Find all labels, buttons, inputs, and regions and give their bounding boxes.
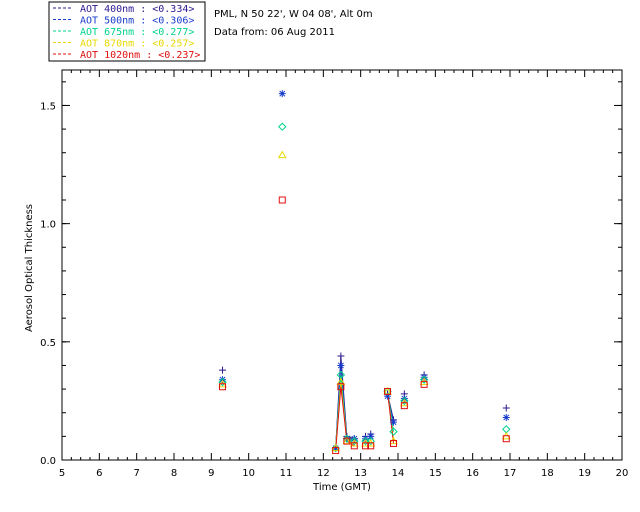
data-point [350,435,358,443]
data-point [337,361,345,369]
data-point [277,150,287,159]
legend: AOT 400nm : <0.334>AOT 500nm : <0.306>AO… [48,1,206,62]
y-axis-label: Aerosol Optical Thickness [24,204,35,332]
x-tick-label: 16 [466,468,479,479]
info-line-location: PML, N 50 22', W 04 08', Alt 0m [214,9,373,20]
y-tick-label: 0.0 [40,456,56,467]
data-point [400,395,408,403]
x-tick-label: 8 [171,468,177,479]
x-tick-label: 13 [354,468,367,479]
y-tick-label: 1.5 [40,101,56,112]
x-tick-label: 18 [541,468,554,479]
x-tick-label: 20 [616,468,629,479]
data-point [219,366,227,374]
x-tick-label: 12 [317,468,330,479]
data-point [420,373,428,381]
data-point [367,432,375,440]
x-tick-label: 11 [280,468,293,479]
data-point [502,425,511,434]
data-point [278,90,286,98]
data-point [278,196,286,204]
data-point [278,122,287,131]
x-tick-label: 19 [578,468,591,479]
x-tick-label: 14 [392,468,405,479]
legend-label: AOT 675nm : <0.277> [80,27,194,38]
y-tick-label: 1.0 [40,220,56,231]
legend-label: AOT 1020nm : <0.237> [80,50,200,61]
data-point [502,404,510,412]
y-tick-label: 0.5 [40,338,56,349]
data-point [219,376,227,384]
x-tick-label: 7 [133,468,139,479]
data-point [390,418,398,426]
x-axis-label: Time (GMT) [312,482,371,493]
x-tick-label: 6 [96,468,102,479]
x-tick-label: 5 [59,468,65,479]
x-tick-label: 17 [504,468,517,479]
x-tick-label: 10 [242,468,255,479]
data-marks [218,90,511,455]
legend-label: AOT 870nm : <0.257> [80,39,194,50]
info-line-date: Data from: 06 Aug 2011 [214,27,335,38]
axes: 5 6 7 8 9 10 11 12 13 14 15 16 17 18 19 20 0.0 0.5 1.0 1.5 [40,70,628,479]
x-tick-label: 9 [208,468,214,479]
data-point [502,413,510,421]
plot-area-frame [61,69,623,461]
data-point [337,352,345,360]
legend-label: AOT 400nm : <0.334> [80,4,194,15]
x-tick-label: 15 [429,468,442,479]
chart: AOT 400nm : <0.334>AOT 500nm : <0.306>AO… [24,1,628,493]
legend-label: AOT 500nm : <0.306> [80,16,194,27]
